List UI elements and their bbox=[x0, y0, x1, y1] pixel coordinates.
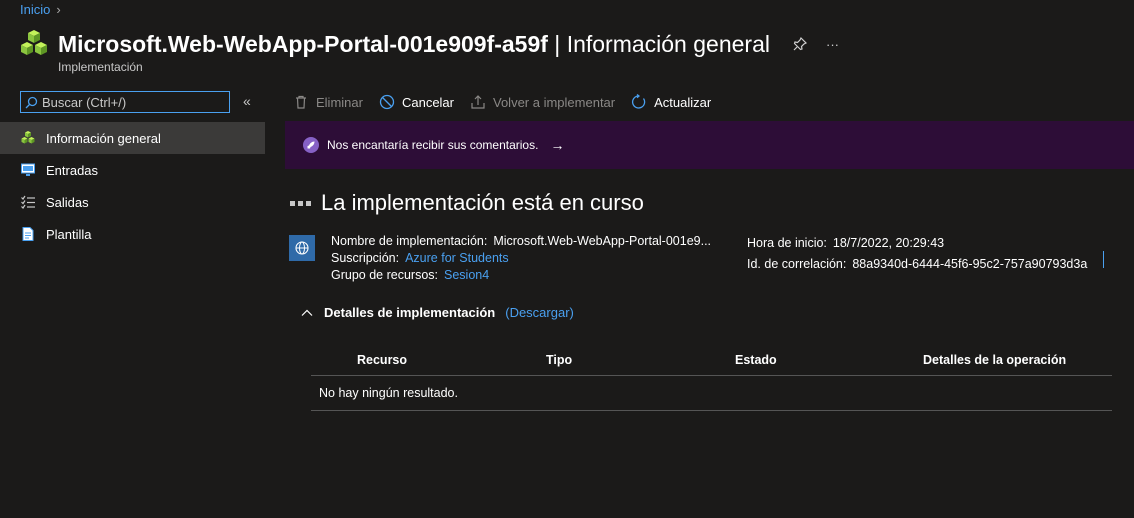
page-subtitle: Implementación bbox=[58, 60, 143, 74]
delete-label: Eliminar bbox=[316, 94, 363, 110]
deployment-globe-icon bbox=[289, 235, 315, 261]
progress-dots-icon bbox=[290, 200, 311, 206]
page-title: Microsoft.Web-WebApp-Portal-001e909f-a59… bbox=[58, 31, 770, 58]
chevron-up-icon[interactable] bbox=[300, 306, 314, 320]
download-link[interactable]: (Descargar) bbox=[505, 305, 574, 320]
sidebar-item-label: Entradas bbox=[46, 162, 99, 178]
column-header-type[interactable]: Tipo bbox=[546, 353, 735, 367]
feedback-banner[interactable]: Nos encantaría recibir sus comentarios. … bbox=[285, 121, 1134, 169]
overview-icon bbox=[21, 131, 35, 144]
cancel-label: Cancelar bbox=[401, 94, 454, 110]
table-header: Recurso Tipo Estado Detalles de la opera… bbox=[311, 345, 1112, 376]
details-title: Detalles de implementación bbox=[324, 305, 496, 320]
deployment-name-value: Microsoft.Web-WebApp-Portal-001e9... bbox=[493, 234, 712, 248]
column-header-operation-details[interactable]: Detalles de la operación bbox=[923, 353, 1112, 367]
feedback-text: Nos encantaría recibir sus comentarios. bbox=[327, 138, 539, 152]
deployment-details-table: Recurso Tipo Estado Detalles de la opera… bbox=[311, 345, 1112, 411]
sidebar-item-outputs[interactable]: Salidas bbox=[0, 186, 265, 218]
sidebar-item-label: Salidas bbox=[46, 194, 89, 210]
more-options-icon[interactable]: ··· bbox=[826, 37, 839, 52]
sidebar-item-overview[interactable]: Información general bbox=[0, 122, 265, 154]
arrow-right-icon: → bbox=[550, 137, 565, 153]
deployment-status: La implementación está en curso bbox=[290, 190, 644, 216]
page-title-section: Información general bbox=[566, 30, 770, 57]
redeploy-button[interactable]: Volver a implementar bbox=[470, 94, 615, 110]
subscription-label: Suscripción: bbox=[331, 251, 400, 265]
sidebar: Información general Entradas Salidas Pla… bbox=[0, 122, 265, 250]
deployment-cubes-icon bbox=[21, 30, 47, 55]
correlation-id-label: Id. de correlación: bbox=[747, 257, 847, 271]
column-header-resource[interactable]: Recurso bbox=[311, 353, 546, 367]
resource-group-label: Grupo de recursos: bbox=[331, 268, 438, 282]
column-header-status[interactable]: Estado bbox=[735, 353, 923, 367]
status-heading: La implementación está en curso bbox=[321, 190, 644, 215]
cancel-button[interactable]: Cancelar bbox=[379, 94, 454, 110]
search-input[interactable] bbox=[42, 94, 222, 110]
command-bar: Eliminar Cancelar Volver a implementar A… bbox=[293, 91, 711, 113]
refresh-icon bbox=[632, 94, 646, 109]
trash-icon bbox=[296, 95, 306, 109]
title-row: Microsoft.Web-WebApp-Portal-001e909f-a59… bbox=[18, 28, 839, 60]
start-time-label: Hora de inicio: bbox=[747, 236, 827, 250]
search-box[interactable] bbox=[20, 91, 230, 113]
resource-group-link[interactable]: Sesion4 bbox=[444, 268, 489, 282]
inputs-icon bbox=[21, 163, 35, 176]
text-cursor bbox=[1103, 251, 1104, 268]
page-title-resource: Microsoft.Web-WebApp-Portal-001e909f-a59… bbox=[58, 30, 548, 57]
rocket-icon bbox=[303, 137, 319, 153]
delete-button[interactable]: Eliminar bbox=[293, 94, 363, 110]
refresh-label: Actualizar bbox=[654, 94, 712, 110]
collapse-sidebar-icon[interactable]: « bbox=[243, 93, 251, 109]
search-icon bbox=[25, 96, 38, 108]
redeploy-label: Volver a implementar bbox=[493, 94, 616, 110]
deployment-name-label: Nombre de implementación: bbox=[331, 234, 488, 248]
chevron-right-icon: › bbox=[56, 2, 61, 17]
outputs-icon bbox=[21, 195, 35, 209]
sidebar-item-inputs[interactable]: Entradas bbox=[0, 154, 265, 186]
cancel-icon bbox=[379, 94, 395, 110]
sidebar-item-label: Plantilla bbox=[46, 226, 92, 242]
sidebar-item-template[interactable]: Plantilla bbox=[0, 218, 265, 250]
breadcrumb: Inicio › bbox=[20, 2, 61, 17]
deployment-info: Nombre de implementación: Microsoft.Web-W… bbox=[331, 233, 711, 284]
page-title-separator: | bbox=[547, 30, 567, 57]
subscription-link[interactable]: Azure for Students bbox=[405, 251, 509, 265]
correlation-id-value[interactable]: 88a9340d-6444-45f6-95c2-757a90793d3a bbox=[852, 257, 1087, 271]
deployment-timing: Hora de inicio: 18/7/2022, 20:29:43 Id. d… bbox=[747, 233, 1087, 275]
table-empty-row: No hay ningún resultado. bbox=[311, 376, 1112, 411]
refresh-button[interactable]: Actualizar bbox=[631, 94, 711, 110]
sidebar-item-label: Información general bbox=[46, 130, 161, 146]
template-icon bbox=[22, 227, 34, 241]
pin-icon[interactable] bbox=[792, 36, 808, 52]
start-time-value: 18/7/2022, 20:29:43 bbox=[832, 236, 945, 250]
breadcrumb-home-link[interactable]: Inicio bbox=[20, 2, 50, 17]
details-header[interactable]: Detalles de implementación (Descargar) bbox=[300, 305, 574, 320]
upload-icon bbox=[471, 95, 485, 109]
